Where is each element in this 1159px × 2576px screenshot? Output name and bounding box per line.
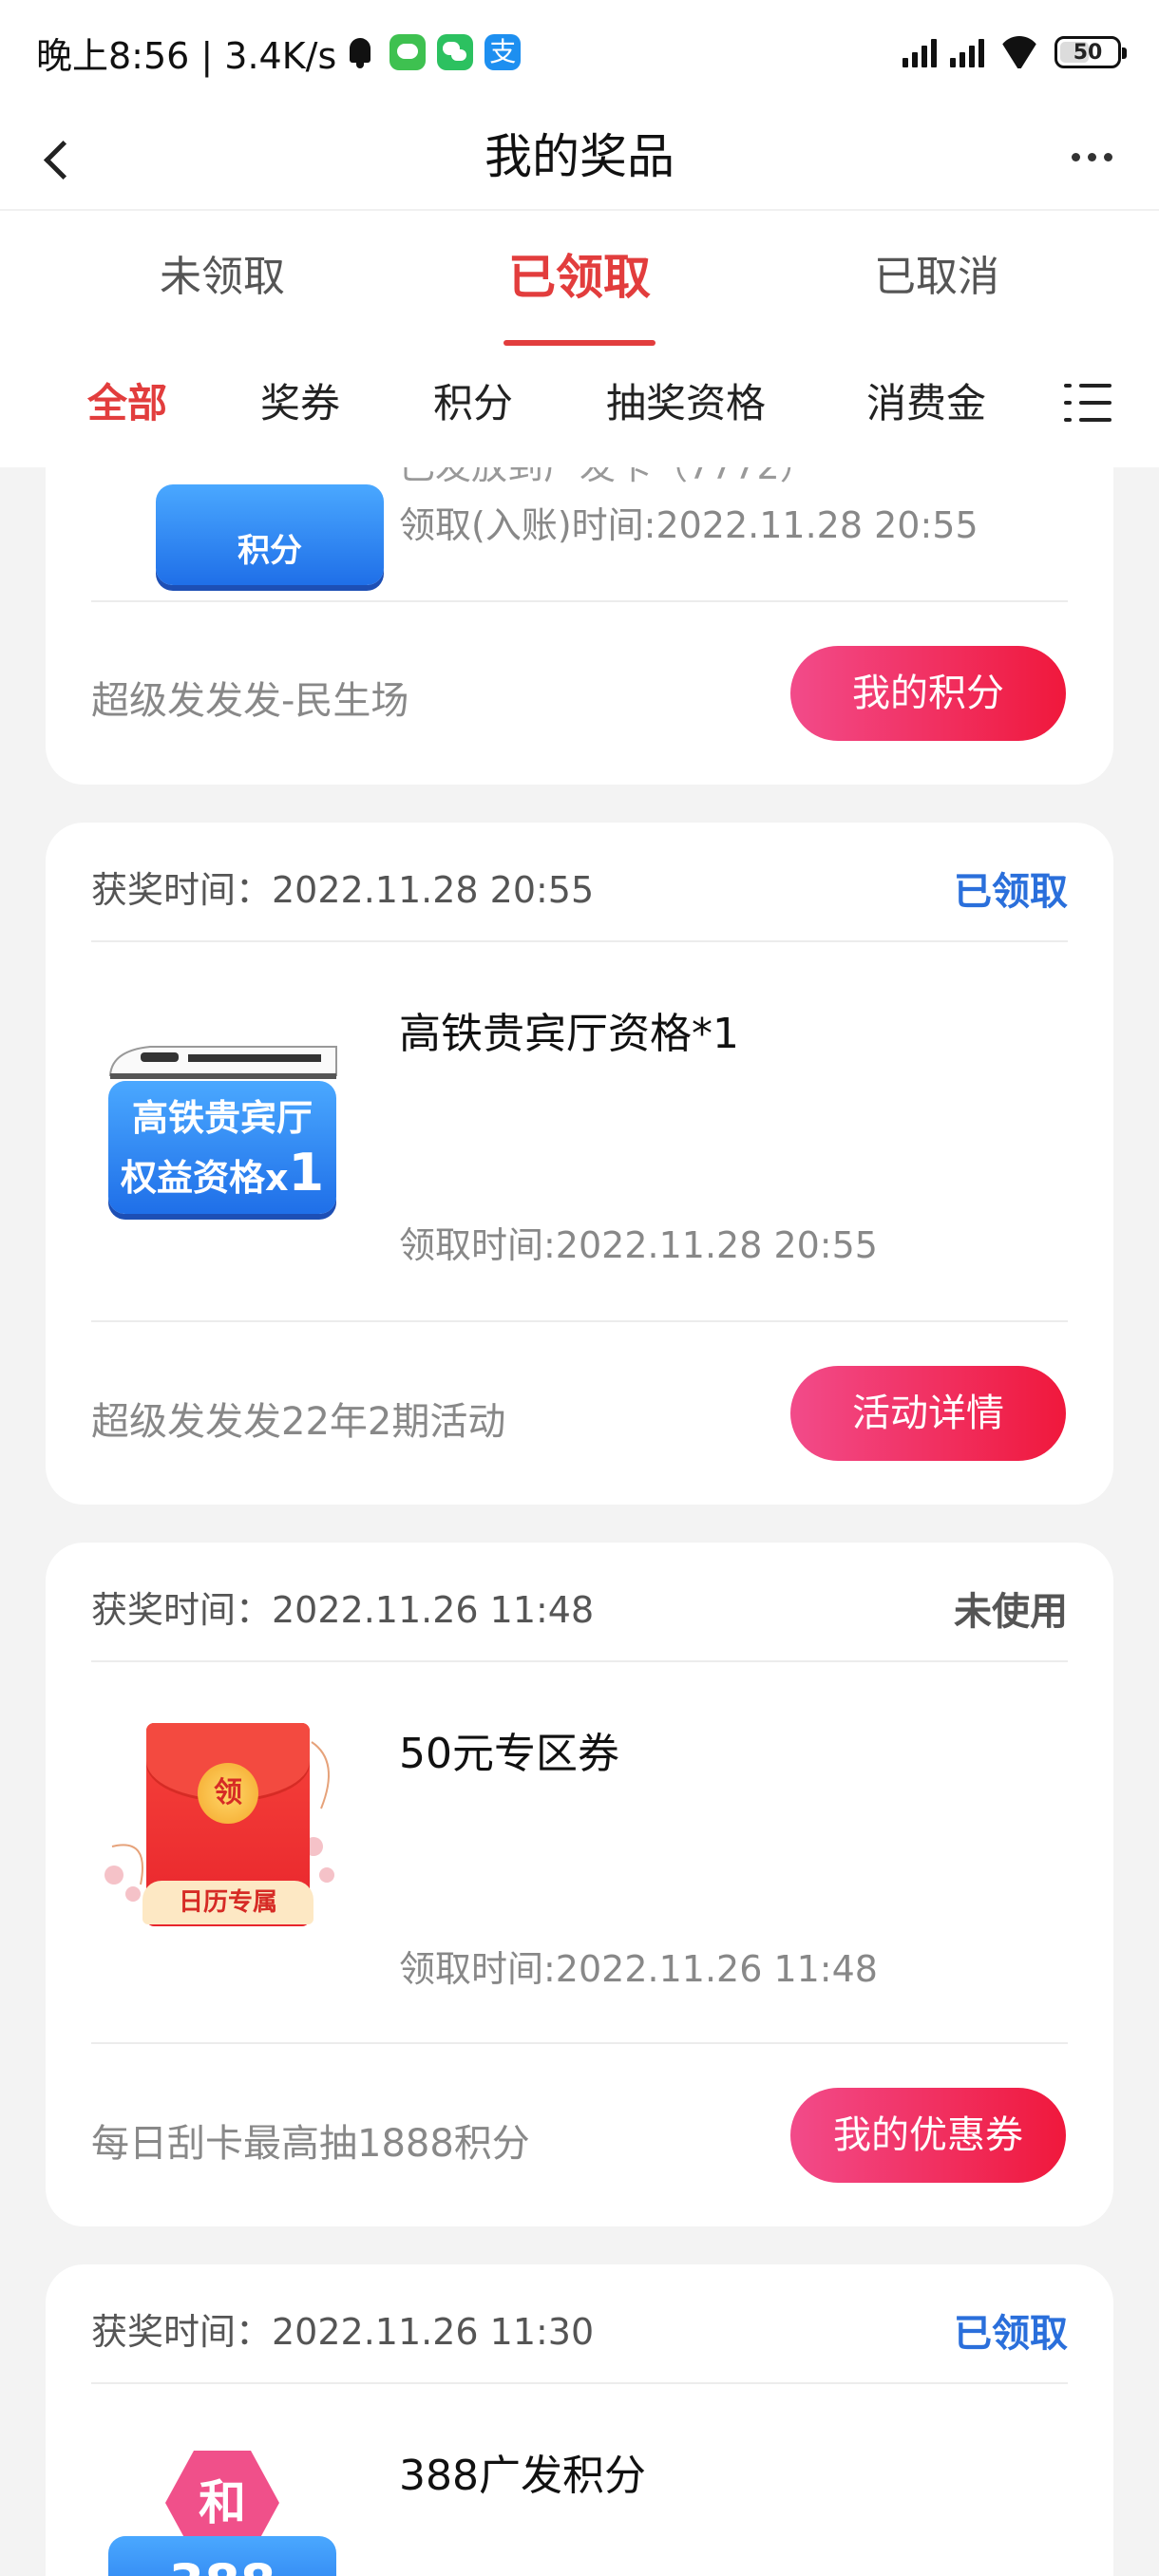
envelope-label: 日历专属	[142, 1881, 314, 1924]
activity-name: 超级发发发22年2期活动	[91, 1400, 506, 1444]
filter-points[interactable]: 积分	[433, 370, 513, 437]
tab-cancelled[interactable]: 已取消	[794, 211, 1079, 350]
win-time: 获奖时间：2022.11.26 11:48	[91, 1589, 595, 1631]
card-header: 获奖时间：2022.11.26 11:30 已领取	[91, 2264, 1068, 2384]
status-right: 50	[902, 32, 1127, 72]
activity-name: 每日刮卡最高抽1888积分	[91, 2122, 530, 2166]
prize-card: 获奖时间：2022.11.26 11:48 未使用 领 日历专属 50元专区券 …	[46, 1543, 1113, 2226]
claim-time: 领取(入账)时间:2022.11.28 20:55	[399, 504, 978, 546]
header: 晚上8:56 | 3.4K/s 50 我的奖品 未领取 已领取 已	[0, 0, 1159, 467]
navigation-bar: 我的奖品	[0, 104, 1159, 209]
filter-lottery[interactable]: 抽奖资格	[606, 370, 766, 437]
battery-icon: 50	[1054, 36, 1127, 68]
prize-card: 获奖时间：2022.11.26 11:30 已领取 和 388 388广发积分	[46, 2264, 1113, 2576]
signal-icon	[950, 37, 984, 67]
status-tabs: 未领取 已领取 已取消	[0, 209, 1159, 348]
badge-text: 积分	[238, 532, 302, 570]
wifi-icon	[998, 36, 1041, 68]
prize-name: 高铁贵宾厅资格*1	[399, 1010, 739, 1058]
card-divider	[91, 1320, 1068, 1322]
red-envelope-image: 领 日历专属	[93, 1723, 350, 1951]
badge-count: 1	[288, 1143, 325, 1203]
win-time: 获奖时间：2022.11.28 20:55	[91, 869, 595, 911]
prize-image: 高铁贵宾厅 权益资格x1	[93, 1033, 350, 1242]
card-header: 获奖时间：2022.11.28 20:55 已领取	[91, 823, 1068, 942]
status-time: 晚上8:56 | 3.4K/s	[36, 34, 337, 77]
tab-claimed[interactable]: 已领取	[437, 211, 722, 350]
alipay-icon	[484, 34, 522, 70]
card-header: 获奖时间：2022.11.26 11:48 未使用	[91, 1543, 1068, 1662]
win-time: 获奖时间：2022.11.26 11:30	[91, 2311, 595, 2353]
high-speed-badge: 高铁贵宾厅 权益资格x1	[108, 1081, 336, 1214]
status-badge: 已领取	[954, 870, 1068, 914]
bell-mute-icon	[342, 34, 378, 70]
filter-all[interactable]: 全部	[87, 370, 167, 437]
envelope-seal: 领	[198, 1763, 258, 1824]
activity-details-button[interactable]: 活动详情	[790, 1366, 1066, 1461]
points-badge: 388	[108, 2536, 336, 2576]
signal-icon	[902, 37, 937, 67]
more-icon[interactable]	[1058, 133, 1125, 180]
wechat-icon	[437, 34, 474, 70]
back-icon[interactable]	[34, 129, 91, 186]
filter-cash[interactable]: 消费金	[866, 370, 986, 437]
status-bar: 晚上8:56 | 3.4K/s 50	[0, 0, 1159, 104]
list-menu-icon[interactable]	[1064, 380, 1112, 426]
envelope-body: 领 日历专属	[142, 1723, 314, 1926]
status-badge: 未使用	[954, 1590, 1068, 1634]
page-title: 我的奖品	[484, 129, 674, 184]
tab-underline	[504, 340, 656, 346]
category-filters: 全部 奖券 积分 抽奖资格 消费金	[0, 351, 1159, 456]
filter-vouchers[interactable]: 奖券	[260, 370, 340, 437]
prize-card: 获奖时间：2022.11.28 20:55 已领取 高铁贵宾厅 权益资格x1 高…	[46, 823, 1113, 1505]
activity-name: 超级发发发-民生场	[91, 679, 409, 723]
claim-time: 领取时间:2022.11.26 11:48	[399, 1948, 878, 1990]
status-badge: 已领取	[954, 2312, 1068, 2356]
my-coupons-button[interactable]: 我的优惠券	[790, 2088, 1066, 2183]
battery-level: 50	[1073, 40, 1103, 65]
prize-name: 50元专区券	[399, 1730, 619, 1778]
my-points-button[interactable]: 我的积分	[790, 646, 1066, 741]
status-left: 晚上8:56 | 3.4K/s	[36, 30, 522, 77]
message-app-icon	[390, 34, 427, 70]
badge-line1: 高铁贵宾厅	[131, 1097, 313, 1139]
card-divider	[91, 2042, 1068, 2044]
prize-name: 388广发积分	[399, 2452, 646, 2500]
tab-unclaimed[interactable]: 未领取	[80, 211, 365, 350]
prize-image: 和 388	[93, 2451, 350, 2576]
card-divider	[91, 600, 1068, 602]
badge-line2: 权益资格x	[120, 1157, 289, 1199]
claim-time: 领取时间:2022.11.28 20:55	[399, 1224, 878, 1266]
